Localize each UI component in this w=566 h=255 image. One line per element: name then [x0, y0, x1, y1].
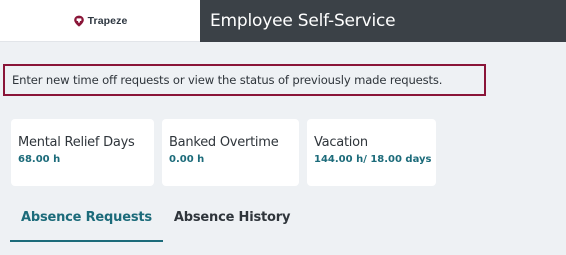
- balance-card-title: Vacation: [314, 135, 368, 150]
- balance-card-value: 144.00 h/ 18.00 days: [314, 154, 432, 165]
- balance-card-title: Banked Overtime: [169, 135, 279, 150]
- tab-absence-history[interactable]: Absence History: [163, 204, 301, 242]
- app-title-bar: Employee Self-Service: [200, 0, 566, 42]
- intro-text: Enter new time off requests or view the …: [12, 73, 443, 87]
- absence-tabs: Absence Requests Absence History: [10, 204, 301, 242]
- balance-card-vacation[interactable]: Vacation 144.00 h/ 18.00 days: [307, 119, 436, 186]
- balance-card-value: 68.00 h: [18, 154, 61, 165]
- top-bar: Trapeze Employee Self-Service: [0, 0, 566, 42]
- balance-card-banked-overtime[interactable]: Banked Overtime 0.00 h: [162, 119, 299, 186]
- intro-message: Enter new time off requests or view the …: [3, 64, 486, 96]
- balance-card-title: Mental Relief Days: [18, 135, 135, 150]
- balance-card-value: 0.00 h: [169, 154, 205, 165]
- tab-absence-requests[interactable]: Absence Requests: [10, 204, 163, 242]
- logo-text: Trapeze: [87, 14, 128, 27]
- balance-card-mental-relief-days[interactable]: Mental Relief Days 68.00 h: [11, 119, 154, 186]
- trapeze-logo[interactable]: Trapeze: [0, 0, 200, 42]
- app-title: Employee Self-Service: [210, 11, 396, 31]
- location-pin-icon: [73, 15, 85, 27]
